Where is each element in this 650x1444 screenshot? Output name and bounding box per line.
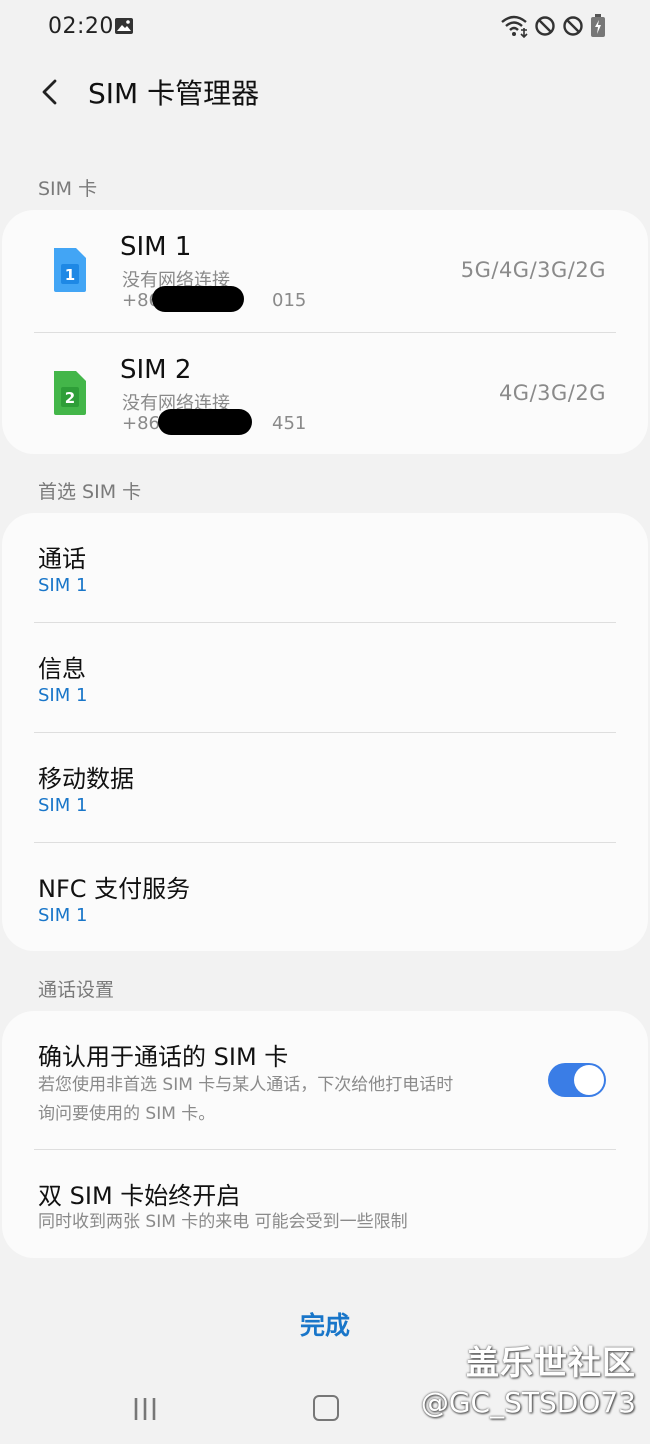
pref-item-mobile-data[interactable]: 移动数据 SIM 1 bbox=[2, 733, 648, 843]
chevron-left-icon bbox=[42, 79, 57, 105]
watermark-title: 盖乐世社区 bbox=[466, 1343, 636, 1382]
battery-charging-icon bbox=[590, 14, 606, 42]
section-header-call-settings: 通话设置 bbox=[38, 979, 115, 1001]
pref-value: SIM 1 bbox=[38, 685, 88, 706]
sim-card-icon: 2 bbox=[50, 369, 90, 417]
page-title: SIM 卡管理器 bbox=[88, 77, 260, 110]
watermark-user: @GC_STSDO73 bbox=[420, 1386, 636, 1419]
setting-confirm-sim[interactable]: 确认用于通话的 SIM 卡 若您使用非首选 SIM 卡与某人通话，下次给他打电话… bbox=[2, 1011, 648, 1149]
sim-row-2[interactable]: 2 SIM 2 没有网络连接 +86 451 4G/3G/2G bbox=[2, 333, 648, 454]
pref-label: NFC 支付服务 bbox=[38, 875, 191, 903]
pref-item-nfc-payment[interactable]: NFC 支付服务 SIM 1 bbox=[2, 843, 648, 951]
home-icon[interactable] bbox=[313, 1395, 339, 1421]
pref-value: SIM 1 bbox=[38, 795, 88, 816]
sim-network-type: 5G/4G/3G/2G bbox=[460, 258, 606, 282]
recent-apps-icon[interactable] bbox=[132, 1396, 158, 1426]
no-signal-icon bbox=[562, 15, 584, 41]
setting-description: 同时收到两张 SIM 卡的来电 可能会受到一些限制 bbox=[38, 1212, 408, 1232]
setting-title: 确认用于通话的 SIM 卡 bbox=[38, 1043, 289, 1071]
sim-card-icon: 1 bbox=[50, 246, 90, 294]
pref-label: 移动数据 bbox=[38, 765, 134, 793]
sim-card-list: 1 SIM 1 没有网络连接 +86 015 5G/4G/3G/2G 2 SIM … bbox=[2, 210, 648, 454]
toggle-knob bbox=[574, 1065, 604, 1095]
sim-network-type: 4G/3G/2G bbox=[498, 381, 606, 405]
pref-value: SIM 1 bbox=[38, 905, 88, 926]
status-time: 02:20 bbox=[48, 14, 114, 39]
redaction-mark bbox=[152, 286, 244, 312]
pref-item-messages[interactable]: 信息 SIM 1 bbox=[2, 623, 648, 733]
sim-name: SIM 2 bbox=[120, 355, 192, 385]
section-header-sim: SIM 卡 bbox=[38, 178, 98, 200]
preferred-sim-list: 通话 SIM 1 信息 SIM 1 移动数据 SIM 1 NFC 支付服务 SI… bbox=[2, 513, 648, 951]
section-header-preferred: 首选 SIM 卡 bbox=[38, 481, 142, 503]
setting-title: 双 SIM 卡始终开启 bbox=[38, 1182, 241, 1210]
app-bar: SIM 卡管理器 bbox=[0, 56, 650, 126]
sim-row-1[interactable]: 1 SIM 1 没有网络连接 +86 015 5G/4G/3G/2G bbox=[2, 210, 648, 332]
status-bar: 02:20 bbox=[0, 0, 650, 56]
svg-text:1: 1 bbox=[65, 266, 75, 284]
svg-text:2: 2 bbox=[65, 389, 75, 407]
pref-label: 信息 bbox=[38, 655, 86, 683]
redaction-mark bbox=[158, 409, 252, 435]
call-settings-list: 确认用于通话的 SIM 卡 若您使用非首选 SIM 卡与某人通话，下次给他打电话… bbox=[2, 1011, 648, 1258]
no-signal-icon bbox=[534, 15, 556, 41]
setting-dual-sim-always-on[interactable]: 双 SIM 卡始终开启 同时收到两张 SIM 卡的来电 可能会受到一些限制 bbox=[2, 1150, 648, 1258]
sim-name: SIM 1 bbox=[120, 232, 192, 262]
pref-label: 通话 bbox=[38, 545, 86, 573]
pref-value: SIM 1 bbox=[38, 575, 88, 596]
pref-item-calls[interactable]: 通话 SIM 1 bbox=[2, 513, 648, 623]
back-button[interactable] bbox=[28, 70, 72, 114]
setting-description: 若您使用非首选 SIM 卡与某人通话，下次给他打电话时 询问要使用的 SIM 卡。 bbox=[38, 1075, 454, 1124]
confirm-sim-toggle[interactable] bbox=[548, 1063, 606, 1097]
gallery-icon bbox=[114, 16, 134, 36]
wifi-icon bbox=[500, 14, 528, 42]
